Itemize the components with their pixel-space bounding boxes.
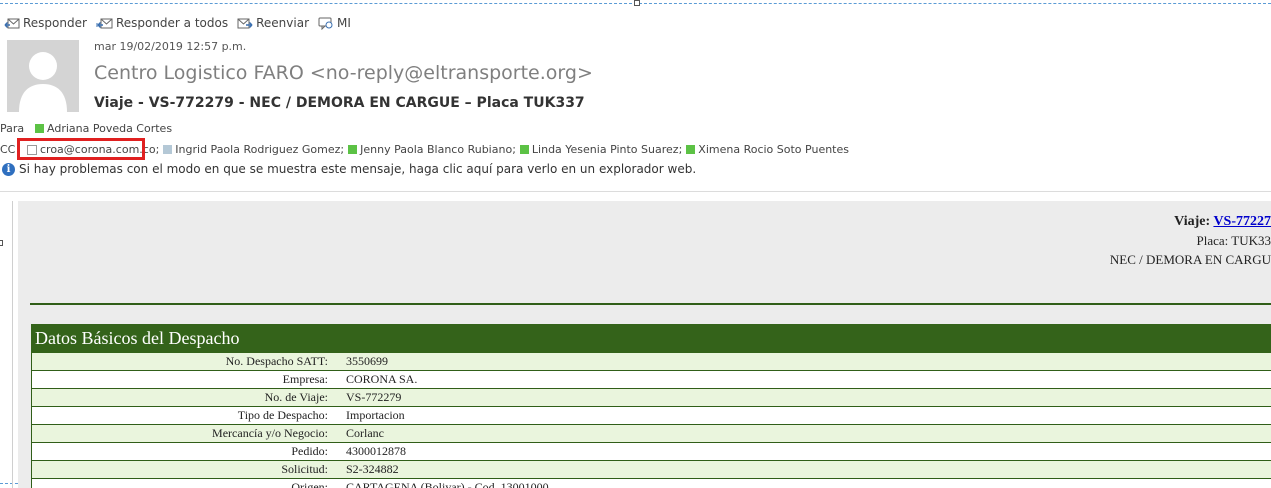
presence-available-icon — [35, 124, 44, 133]
field-label: Mercancía y/o Negocio: — [31, 424, 331, 443]
recipient-ximena[interactable]: Ximena Rocio Soto Puentes — [686, 143, 849, 156]
instant-message-icon — [318, 17, 333, 30]
body-left-rule — [12, 201, 13, 488]
field-value: CORONA SA. — [331, 370, 1271, 389]
field-label: No. de Viaje: — [31, 388, 331, 407]
field-label: Tipo de Despacho: — [31, 406, 331, 425]
display-info-bar[interactable]: i Si hay problemas con el modo en que se… — [2, 162, 696, 176]
reply-button[interactable]: Responder — [4, 16, 87, 30]
recipient-name: Ingrid Paola Rodriguez Gomez — [175, 143, 341, 156]
recipient-name: Ximena Rocio Soto Puentes — [698, 143, 849, 156]
field-label: Origen: — [31, 478, 331, 488]
header-divider — [0, 191, 1271, 192]
recipient-name: Adriana Poveda Cortes — [47, 122, 173, 135]
message-subject: Viaje - VS-772279 - NEC / DEMORA EN CARG… — [94, 95, 585, 111]
reply-label: Responder — [23, 16, 87, 30]
presence-offline-icon — [163, 145, 173, 154]
field-value: Importacion — [331, 406, 1271, 425]
recipient-adriana[interactable]: Adriana Poveda Cortes — [35, 122, 172, 135]
to-recipients: Adriana Poveda Cortes — [35, 122, 176, 135]
trip-link[interactable]: VS-77227 — [1213, 214, 1271, 229]
section-title: Datos Básicos del Despacho — [31, 324, 1271, 353]
cc-label: CC — [0, 143, 16, 156]
field-label: Solicitud: — [31, 460, 331, 479]
forward-icon — [237, 18, 253, 29]
person-placeholder-icon — [7, 40, 79, 112]
presence-available-icon — [348, 145, 358, 154]
instant-message-label: MI — [337, 16, 351, 30]
presence-available-icon — [686, 145, 696, 154]
field-value: 4300012878 — [331, 442, 1271, 461]
trip-line: Viaje: VS-77227 — [1110, 214, 1271, 230]
recipient-ingrid[interactable]: Ingrid Paola Rodriguez Gomez; — [163, 143, 344, 156]
table-row: Pedido: 4300012878 — [31, 442, 1271, 461]
reply-all-label: Responder a todos — [115, 16, 229, 30]
resize-handle-top[interactable] — [634, 0, 640, 6]
table-row: Mercancía y/o Negocio: Corlanc — [31, 424, 1271, 443]
presence-available-icon — [519, 145, 529, 154]
recipient-jenny[interactable]: Jenny Paola Blanco Rubiano; — [348, 143, 516, 156]
green-divider — [30, 303, 1271, 305]
field-label: Empresa: — [31, 370, 331, 389]
table-row: Tipo de Despacho: Importacion — [31, 406, 1271, 425]
forward-label: Reenviar — [256, 16, 310, 30]
sender-avatar — [7, 40, 79, 112]
reply-icon — [4, 18, 20, 29]
field-label: Pedido: — [31, 442, 331, 461]
field-value: CARTAGENA (Bolivar) - Cod. 13001000 — [331, 478, 1271, 488]
resize-handle-left[interactable] — [0, 240, 3, 246]
message-body: Viaje: VS-77227 Placa: TUK33 NEC / DEMOR… — [18, 201, 1271, 488]
recipient-name: Jenny Paola Blanco Rubiano — [360, 143, 513, 156]
forward-button[interactable]: Reenviar — [237, 16, 309, 30]
info-icon: i — [2, 162, 15, 176]
reply-all-button[interactable]: Responder a todos — [96, 16, 228, 30]
instant-message-button[interactable]: MI — [318, 16, 351, 30]
field-label: No. Despacho SATT: — [31, 353, 331, 371]
field-value: Corlanc — [331, 424, 1271, 443]
sent-date: mar 19/02/2019 12:57 p.m. — [94, 40, 247, 53]
dispatch-basics-table: No. Despacho SATT: 3550699 Empresa: CORONA… — [31, 353, 1271, 488]
cc-recipients: croa@corona.com.co; Ingrid Paola Rodrigu… — [27, 143, 853, 156]
highlight-annotation-box — [17, 138, 145, 160]
plate-line: Placa: TUK33 — [1196, 233, 1271, 248]
table-row: No. de Viaje: VS-772279 — [31, 388, 1271, 407]
recipient-linda[interactable]: Linda Yesenia Pinto Suarez; — [519, 143, 682, 156]
table-row: Empresa: CORONA SA. — [31, 370, 1271, 389]
info-bar-text: Si hay problemas con el modo en que se m… — [19, 162, 697, 176]
table-row: Origen: CARTAGENA (Bolivar) - Cod. 130010… — [31, 478, 1271, 488]
field-value: VS-772279 — [331, 388, 1271, 407]
table-row: Solicitud: S2-324882 — [31, 460, 1271, 479]
field-value: S2-324882 — [331, 460, 1271, 479]
trip-header: Viaje: VS-77227 Placa: TUK33 NEC / DEMOR… — [1110, 214, 1271, 268]
sender-name[interactable]: Centro Logistico FARO <no-reply@eltransp… — [94, 62, 593, 84]
status-line: NEC / DEMORA EN CARGU — [1109, 252, 1271, 267]
trip-label: Viaje: — [1174, 214, 1211, 229]
table-row: No. Despacho SATT: 3550699 — [31, 353, 1271, 371]
reply-all-icon — [96, 18, 113, 29]
field-value: 3550699 — [331, 353, 1271, 371]
recipient-name: Linda Yesenia Pinto Suarez — [531, 143, 679, 156]
reading-pane-toolbar: Responder Responder a todos Reenviar MI — [4, 16, 360, 30]
to-label: Para — [0, 122, 25, 135]
dispatch-basics-section: Datos Básicos del Despacho No. Despacho … — [31, 324, 1271, 488]
